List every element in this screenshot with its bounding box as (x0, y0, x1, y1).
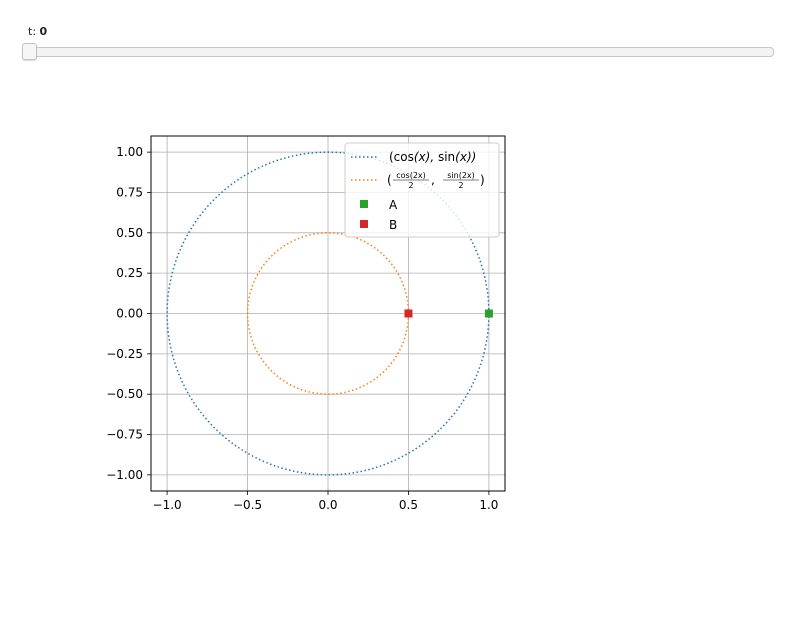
y-tick-label: 1.00 (116, 145, 143, 159)
point-a (484, 309, 493, 318)
legend-label-point-a: A (389, 198, 398, 212)
legend-l2-open-paren: ( (387, 173, 392, 187)
y-tick-label: 0.00 (116, 307, 143, 321)
y-tick-label: 0.50 (116, 226, 143, 240)
legend-l1-mid: sin (438, 150, 455, 164)
legend-l2-comma: , (431, 173, 435, 187)
y-tick-label: −0.25 (106, 347, 143, 361)
legend-l2-close-paren: ) (480, 173, 485, 187)
legend-label-circle-1: (cos(x), sin(x)) (389, 150, 476, 164)
legend-l2-num1: cos(2x) (396, 171, 426, 180)
legend-l1-x1: (x), (414, 150, 438, 164)
legend-label-point-b: B (389, 218, 397, 232)
y-tick-label: −1.00 (106, 468, 143, 482)
chart: −1.0 −0.5 0.0 0.5 1.0 1.00 0.75 0.50 0.25 0.00 −0.… (106, 135, 506, 512)
legend-l1-x2: (x)) (455, 150, 476, 164)
y-tick-label: −0.50 (106, 387, 143, 401)
x-tick-label: 1.0 (479, 498, 498, 512)
legend-l2-num2: sin(2x) (447, 171, 475, 180)
y-tick-label: 0.75 (116, 185, 143, 199)
point-b (404, 309, 413, 318)
legend-swatch-point-b (360, 220, 368, 228)
legend-swatch-point-a (360, 200, 368, 208)
y-tick-label: −0.75 (106, 428, 143, 442)
legend-l2-den1: 2 (408, 181, 413, 190)
x-tick-label: 0.5 (399, 498, 418, 512)
x-tick-label: −0.5 (233, 498, 262, 512)
legend-l2-den2: 2 (458, 181, 463, 190)
legend-l1-open: (cos (389, 150, 414, 164)
y-tick-label: 0.25 (116, 266, 143, 280)
legend: (cos(x), sin(x)) ( cos(2x) 2 , sin(2x) 2… (344, 142, 500, 238)
x-tick-label: 0.0 (318, 498, 337, 512)
x-tick-label: −1.0 (153, 498, 182, 512)
